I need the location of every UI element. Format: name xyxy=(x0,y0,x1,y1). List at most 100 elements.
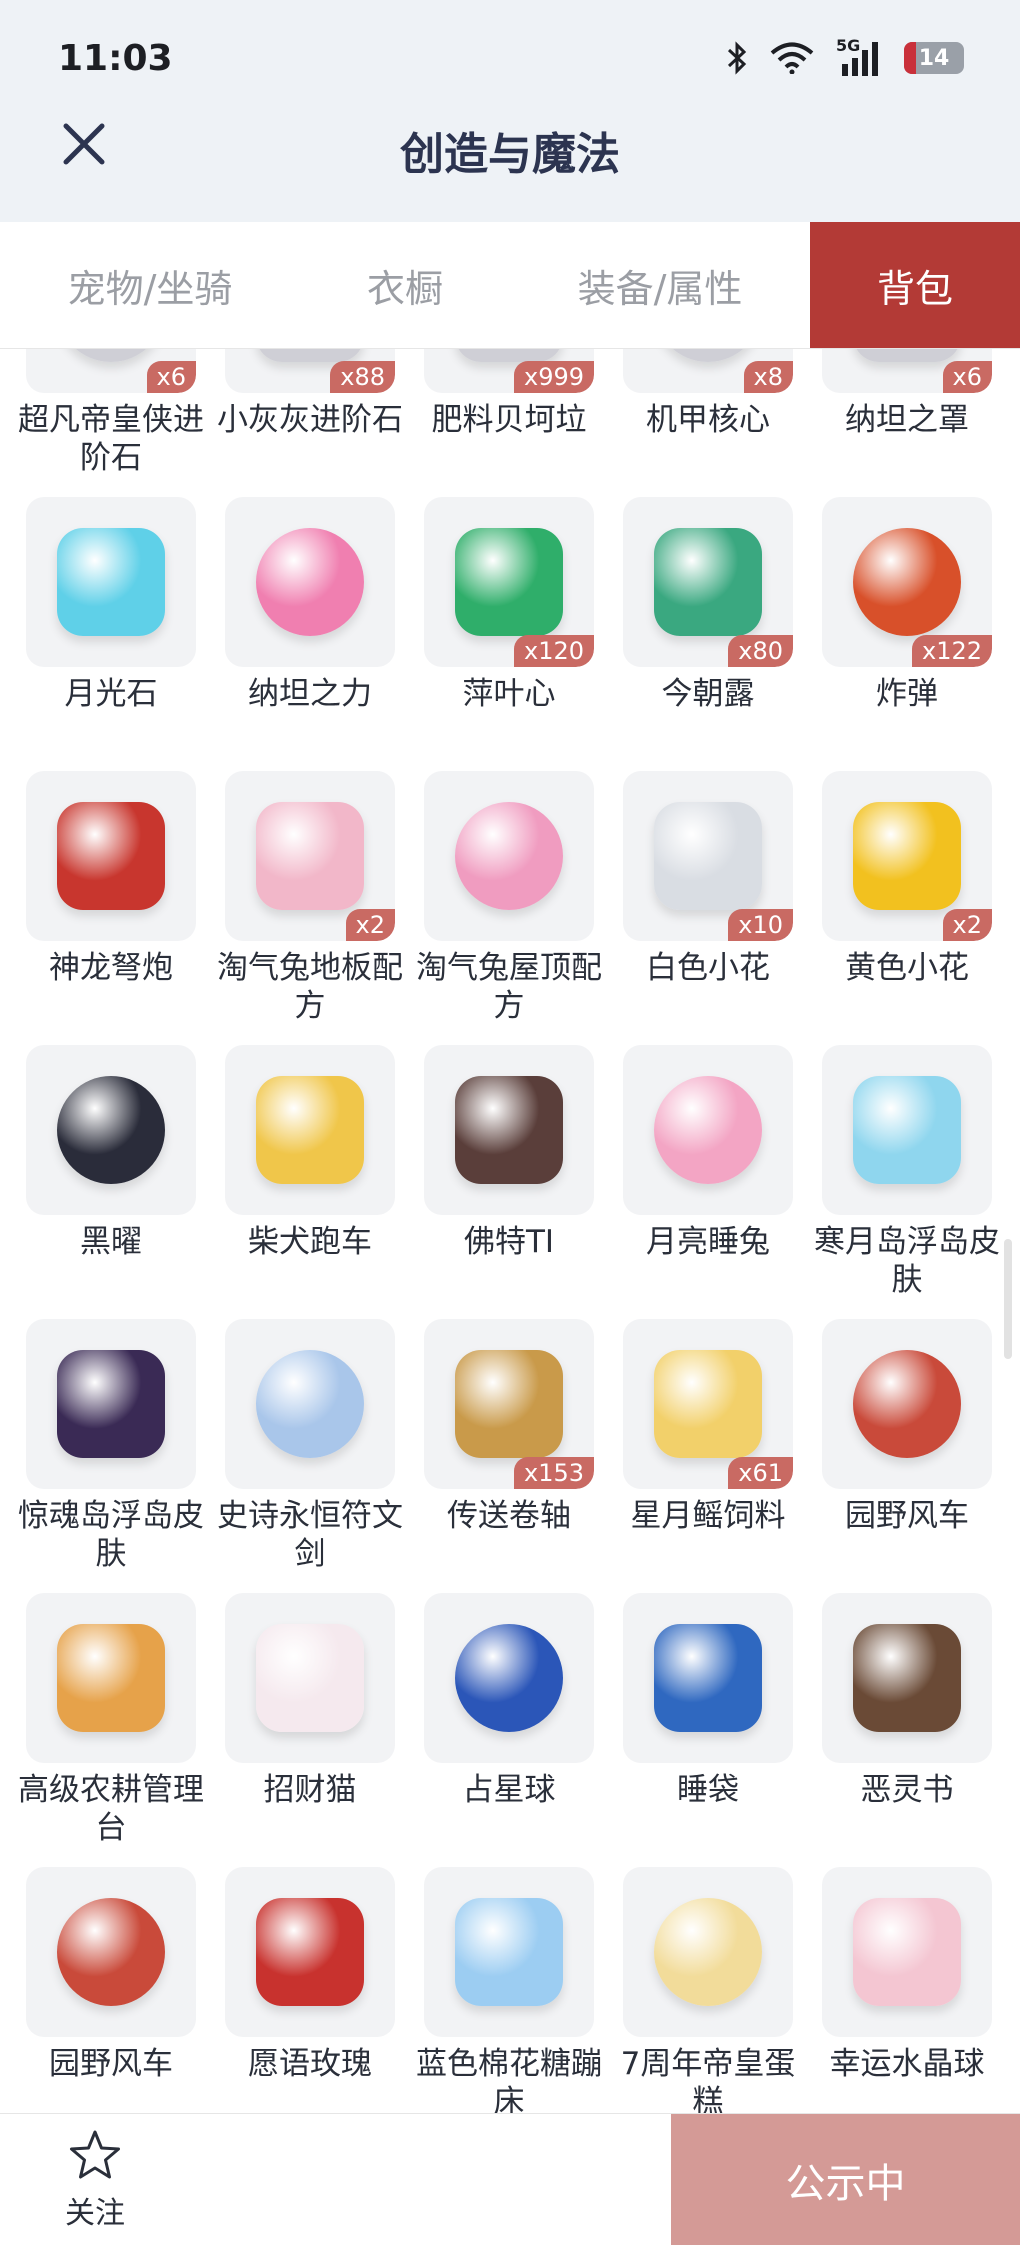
item-thumbnail xyxy=(225,497,395,667)
item-name: 肥料贝坷垃 xyxy=(431,402,587,438)
item-card[interactable]: 月光石 xyxy=(26,497,196,771)
item-thumbnail: x122 xyxy=(822,497,992,667)
item-card[interactable]: 佛特TI xyxy=(424,1045,594,1319)
item-thumbnail: x6 xyxy=(822,349,992,393)
item-card[interactable]: 7周年帝皇蛋糕 xyxy=(621,1867,795,2113)
item-card[interactable]: 淘气兔屋顶配方 xyxy=(416,771,602,1045)
item-thumbnail xyxy=(26,497,196,667)
white-flower-icon xyxy=(654,802,762,910)
tab-wardrobe[interactable]: 衣橱 xyxy=(300,222,510,348)
item-count-badge: x6 xyxy=(146,361,196,393)
item-card[interactable]: 恶灵书 xyxy=(822,1593,992,1867)
item-card[interactable]: x120 萍叶心 xyxy=(424,497,594,771)
core-icon xyxy=(654,349,762,362)
scroll-icon xyxy=(455,1350,563,1458)
item-card[interactable]: 招财猫 xyxy=(225,1593,395,1867)
floor-recipe-icon xyxy=(256,802,364,910)
network-type: 5G xyxy=(836,36,861,55)
power-orb-icon xyxy=(256,528,364,636)
item-name: 月光石 xyxy=(64,676,158,712)
item-card[interactable]: 睡袋 xyxy=(623,1593,793,1867)
lucky-cat-icon xyxy=(256,1624,364,1732)
item-name: 睡袋 xyxy=(677,1772,739,1808)
item-card[interactable]: 柴犬跑车 xyxy=(225,1045,395,1319)
item-count-badge: x153 xyxy=(513,1457,594,1489)
item-card[interactable]: 惊魂岛浮岛皮肤 xyxy=(18,1319,204,1593)
item-card[interactable]: 高级农耕管理台 xyxy=(18,1593,204,1867)
item-card[interactable]: x2 黄色小花 xyxy=(822,771,992,1045)
item-name: 淘气兔地板配方 xyxy=(217,950,403,1024)
item-thumbnail: x61 xyxy=(623,1319,793,1489)
item-card[interactable]: x2 淘气兔地板配方 xyxy=(217,771,403,1045)
public-status-button[interactable]: 公示中 xyxy=(671,2114,1020,2245)
item-name: 惊魂岛浮岛皮肤 xyxy=(18,1498,204,1572)
item-card[interactable]: 园野风车 xyxy=(822,1319,992,1593)
item-card[interactable]: 黑曜 xyxy=(26,1045,196,1319)
battery-level: 14 xyxy=(918,45,950,71)
item-card[interactable]: 愿语玫瑰 xyxy=(225,1867,395,2113)
item-card[interactable]: 园野风车 xyxy=(26,1867,196,2113)
item-grid-viewport[interactable]: x6 超凡帝皇侠进阶石 x88 小灰灰进阶石 x999 肥料贝坷垃 x8 机甲核心 x6 纳坦之罩… xyxy=(0,349,1020,2113)
item-name: 黄色小花 xyxy=(845,950,969,986)
lotus-leaf-icon xyxy=(654,528,762,636)
tab-equipment[interactable]: 装备/属性 xyxy=(510,222,810,348)
item-count-badge: x88 xyxy=(330,361,395,393)
item-name: 纳坦之罩 xyxy=(845,402,969,438)
item-card[interactable]: 史诗永恒符文剑 xyxy=(217,1319,403,1593)
item-card[interactable]: x153 传送卷轴 xyxy=(424,1319,594,1593)
item-thumbnail xyxy=(26,1867,196,2037)
item-count-badge: x6 xyxy=(942,361,992,393)
item-thumbnail: x120 xyxy=(424,497,594,667)
ice-island-icon xyxy=(853,1076,961,1184)
item-name: 淘气兔屋顶配方 xyxy=(416,950,602,1024)
rune-sword-icon xyxy=(256,1350,364,1458)
tab-backpack[interactable]: 背包 xyxy=(810,222,1020,348)
item-thumbnail: x88 xyxy=(225,349,395,393)
item-card[interactable]: x6 纳坦之罩 xyxy=(822,349,992,497)
page-title: 创造与魔法 xyxy=(400,129,620,180)
item-count-badge: x10 xyxy=(728,909,793,941)
item-name: 黑曜 xyxy=(80,1224,142,1260)
farm-console-icon xyxy=(57,1624,165,1732)
follow-button[interactable]: 关注 xyxy=(60,2128,130,2232)
cake-icon xyxy=(654,1898,762,2006)
item-card[interactable]: 占星球 xyxy=(424,1593,594,1867)
item-card[interactable]: x88 小灰灰进阶石 xyxy=(217,349,403,497)
signal-icon: 5G xyxy=(836,36,882,76)
item-card[interactable]: x999 肥料贝坷垃 xyxy=(424,349,594,497)
item-thumbnail xyxy=(225,1045,395,1215)
item-thumbnail xyxy=(26,1319,196,1489)
item-thumbnail xyxy=(424,1593,594,1763)
item-count-badge: x120 xyxy=(513,635,594,667)
item-card[interactable]: x61 星月鳐饲料 xyxy=(623,1319,793,1593)
item-thumbnail xyxy=(424,771,594,941)
item-card[interactable]: 纳坦之力 xyxy=(225,497,395,771)
item-card[interactable]: 寒月岛浮岛皮肤 xyxy=(814,1045,1000,1319)
item-name: 今朝露 xyxy=(661,676,755,712)
item-card[interactable]: 神龙弩炮 xyxy=(26,771,196,1045)
item-count-badge: x122 xyxy=(911,635,992,667)
item-thumbnail xyxy=(822,1593,992,1763)
item-count-badge: x999 xyxy=(513,361,594,393)
dark-island-icon xyxy=(57,1350,165,1458)
item-card[interactable]: 幸运水晶球 xyxy=(822,1867,992,2113)
tab-pets-mounts[interactable]: 宠物/坐骑 xyxy=(0,222,300,348)
crystal-ball-icon xyxy=(853,1898,961,2006)
item-card[interactable]: 月亮睡兔 xyxy=(623,1045,793,1319)
item-thumbnail xyxy=(26,771,196,941)
book-icon xyxy=(853,1624,961,1732)
item-card[interactable]: x122 炸弹 xyxy=(822,497,992,771)
item-card[interactable]: x8 机甲核心 xyxy=(623,349,793,497)
item-name: 纳坦之力 xyxy=(248,676,372,712)
scroll-indicator[interactable] xyxy=(1004,1239,1012,1359)
item-card[interactable]: 蓝色棉花糖蹦床 xyxy=(416,1867,602,2113)
item-name: 传送卷轴 xyxy=(447,1498,571,1534)
item-card[interactable]: x10 白色小花 xyxy=(623,771,793,1045)
item-name: 柴犬跑车 xyxy=(248,1224,372,1260)
item-card[interactable]: x80 今朝露 xyxy=(623,497,793,771)
item-name: 园野风车 xyxy=(49,2046,173,2082)
feed-bag-icon xyxy=(654,1350,762,1458)
item-count-badge: x2 xyxy=(942,909,992,941)
item-card[interactable]: x6 超凡帝皇侠进阶石 xyxy=(18,349,204,497)
item-count-badge: x2 xyxy=(345,909,395,941)
